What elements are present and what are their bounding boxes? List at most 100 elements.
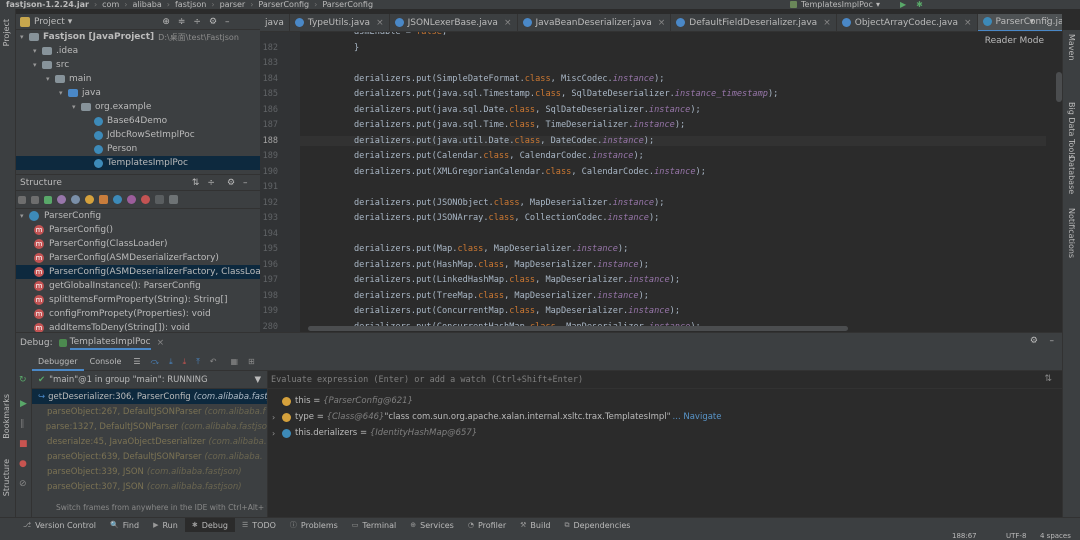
inherited-icon[interactable] [44, 195, 52, 204]
project-tree-item[interactable]: ▾ org.example [16, 100, 260, 114]
stack-frame[interactable]: parseObject:639, DefaultJSONParser (com.a… [32, 449, 267, 464]
crumb-alibaba[interactable]: alibaba [132, 0, 161, 9]
close-icon[interactable]: × [964, 18, 972, 28]
crumb-member[interactable]: ParserConfig [322, 0, 373, 9]
evaluate-expression-input[interactable]: Evaluate expression (Enter) or add a wat… [268, 371, 1062, 389]
bottom-tool-dependencies[interactable]: ⧉ Dependencies [558, 518, 638, 533]
indent-setting[interactable]: 4 spaces [1040, 532, 1071, 540]
minimize-icon[interactable]: – [225, 17, 230, 27]
editor-scrollbar[interactable] [1056, 72, 1062, 102]
gutter[interactable]: 182 183 184 185 186 187 188 189 190 191 192 193 194 1… [260, 32, 300, 332]
reader-mode-link[interactable]: Reader Mode [985, 36, 1044, 46]
project-tree-item[interactable]: Person [16, 142, 260, 156]
tab-console[interactable]: Console [84, 357, 128, 366]
variable-row[interactable]: › type = {Class@646} "class com.sun.org.a… [268, 410, 1062, 424]
variable-row[interactable]: › this.derializers = {IdentityHashMap@657… [268, 426, 1062, 440]
project-tree-item[interactable]: ▾ main [16, 72, 260, 86]
editor-scrollbar-horizontal[interactable] [308, 326, 848, 331]
stack-frame[interactable]: parseObject:339, JSON (com.alibaba.fastjs… [32, 464, 267, 479]
expand-panel-icon[interactable]: ⇅ [1044, 374, 1052, 384]
step-over-icon[interactable]: ⤼ [151, 357, 160, 367]
bigdata-tool-tab[interactable]: Big Data Tools [1067, 102, 1076, 159]
chevron-down-icon[interactable]: ▾ [72, 103, 81, 111]
resume-icon[interactable]: ▶ [20, 399, 27, 409]
project-tree-item[interactable]: Base64Demo [16, 114, 260, 128]
sort-visibility-icon[interactable] [31, 195, 39, 204]
stack-frame[interactable]: deserialze:45, JavaObjectDeserializer (co… [32, 434, 267, 449]
run-config-select[interactable]: TemplatesImplPoc [801, 0, 873, 9]
editor-tab[interactable]: JavaBeanDeserializer.java × [518, 14, 672, 31]
code-editor[interactable]: 182 183 184 185 186 187 188 189 190 191 192 193 194 1… [260, 32, 1062, 332]
mute-breakpoints-icon[interactable]: ⊘ [19, 479, 27, 489]
chevron-down-icon[interactable]: ▾ [33, 47, 42, 55]
structure-item[interactable]: m splitItemsFormProperty(String): String[… [16, 293, 260, 307]
show-properties-icon[interactable] [71, 195, 80, 204]
navigate-link[interactable]: ... Navigate [673, 412, 722, 422]
chevron-down-icon[interactable]: ▾ [68, 17, 73, 27]
menu-icon[interactable]: ☰ [133, 357, 140, 366]
rerun-icon[interactable]: ↻ [19, 375, 27, 385]
project-tree-item[interactable]: JdbcRowSetImplPoc [16, 128, 260, 142]
stack-frame[interactable]: ↪ getDeserializer:306, ParserConfig (com.a… [32, 389, 267, 404]
show-abstract-icon[interactable] [141, 195, 150, 204]
step-out-icon[interactable]: ⤒ [196, 357, 200, 367]
debug-icon[interactable]: ✱ [916, 0, 923, 9]
bottom-tool-version-control[interactable]: ⎇ Version Control [16, 518, 103, 533]
project-tree-item[interactable]: ▾ java [16, 86, 260, 100]
close-icon[interactable]: × [823, 18, 831, 28]
file-encoding[interactable]: UTF-8 [1006, 532, 1026, 540]
autoscroll-icon[interactable] [155, 195, 164, 204]
close-icon[interactable]: × [504, 18, 512, 28]
database-tool-tab[interactable]: Database [1067, 156, 1076, 194]
show-fields-icon[interactable] [57, 195, 66, 204]
crumb-com[interactable]: com [102, 0, 119, 9]
bottom-tool-problems[interactable]: ⓘ Problems [283, 518, 345, 533]
bottom-tool-services[interactable]: ⊕ Services [403, 518, 461, 533]
project-tree-item[interactable]: ▾ src [16, 58, 260, 72]
project-tree-item[interactable]: ▾ .idea [16, 44, 260, 58]
structure-item[interactable]: m ParserConfig(ClassLoader) [16, 237, 260, 251]
show-nonpublic-icon[interactable] [85, 195, 94, 204]
chevron-down-icon[interactable]: ▾ [33, 61, 42, 69]
locate-icon[interactable]: ⊕ [162, 17, 170, 27]
tab-list-chevron-icon[interactable]: ▾ [1029, 17, 1034, 27]
run-icon[interactable]: ▶ [900, 0, 906, 9]
pause-icon[interactable]: ‖ [20, 419, 25, 429]
close-icon[interactable]: × [658, 18, 666, 28]
editor-tab[interactable]: JSONLexerBase.java × [390, 14, 518, 31]
structure-item[interactable]: m getGlobalInstance(): ParserConfig [16, 279, 260, 293]
show-anonymous-icon[interactable] [113, 195, 122, 204]
structure-item[interactable]: m ParserConfig(ASMDeserializerFactory) [16, 251, 260, 265]
bottom-tool-debug[interactable]: ✱ Debug [184, 517, 235, 533]
stack-frame[interactable]: parse:1327, DefaultJSONParser (com.alibab… [32, 419, 267, 434]
bottom-tool-todo[interactable]: ☰ TODO [235, 518, 283, 533]
structure-item[interactable]: m ParserConfig() [16, 223, 260, 237]
project-tree-item[interactable]: TemplatesImplPoc [16, 156, 260, 170]
sort-icon[interactable]: ⇅ [192, 178, 200, 188]
chevron-down-icon[interactable]: ▾ [46, 75, 55, 83]
stack-frame[interactable]: parseObject:267, DefaultJSONParser (com.a… [32, 404, 267, 419]
debug-session-tab[interactable]: TemplatesImplPoc [69, 337, 151, 350]
editor-tab[interactable]: java [260, 14, 290, 31]
chevron-right-icon[interactable]: › [272, 413, 282, 422]
filter-icon[interactable]: ▼ [254, 375, 261, 385]
bottom-tool-find[interactable]: 🔍 Find [103, 518, 146, 533]
bottom-tool-build[interactable]: ⚒ Build [513, 518, 557, 533]
autoscroll-from-source-icon[interactable] [169, 195, 178, 204]
crumb-fastjson[interactable]: fastjson [175, 0, 206, 9]
bookmarks-tool-tab[interactable]: Bookmarks [2, 394, 11, 439]
thread-selector[interactable]: ✔ "main"@1 in group "main": RUNNING ▼ [32, 371, 267, 389]
chevron-right-icon[interactable]: › [272, 429, 282, 438]
step-into-icon[interactable]: ⤓ [169, 357, 173, 367]
project-panel-title[interactable]: Project [34, 17, 65, 27]
show-constants-icon[interactable] [127, 195, 136, 204]
show-lambdas-icon[interactable] [99, 195, 108, 204]
editor-tab[interactable]: ObjectArrayCodec.java × [837, 14, 978, 31]
variable-row[interactable]: this = {ParserConfig@621} [268, 394, 1062, 408]
drop-frame-icon[interactable]: ↶ [210, 357, 217, 366]
crumb-parser[interactable]: parser [220, 0, 246, 9]
bottom-tool-terminal[interactable]: ▭ Terminal [345, 518, 403, 533]
structure-item[interactable]: m configFromPropety(Properties): void [16, 307, 260, 321]
chevron-down-icon[interactable]: ▾ [20, 212, 29, 220]
run-to-cursor-icon[interactable]: ▦ [230, 357, 238, 366]
